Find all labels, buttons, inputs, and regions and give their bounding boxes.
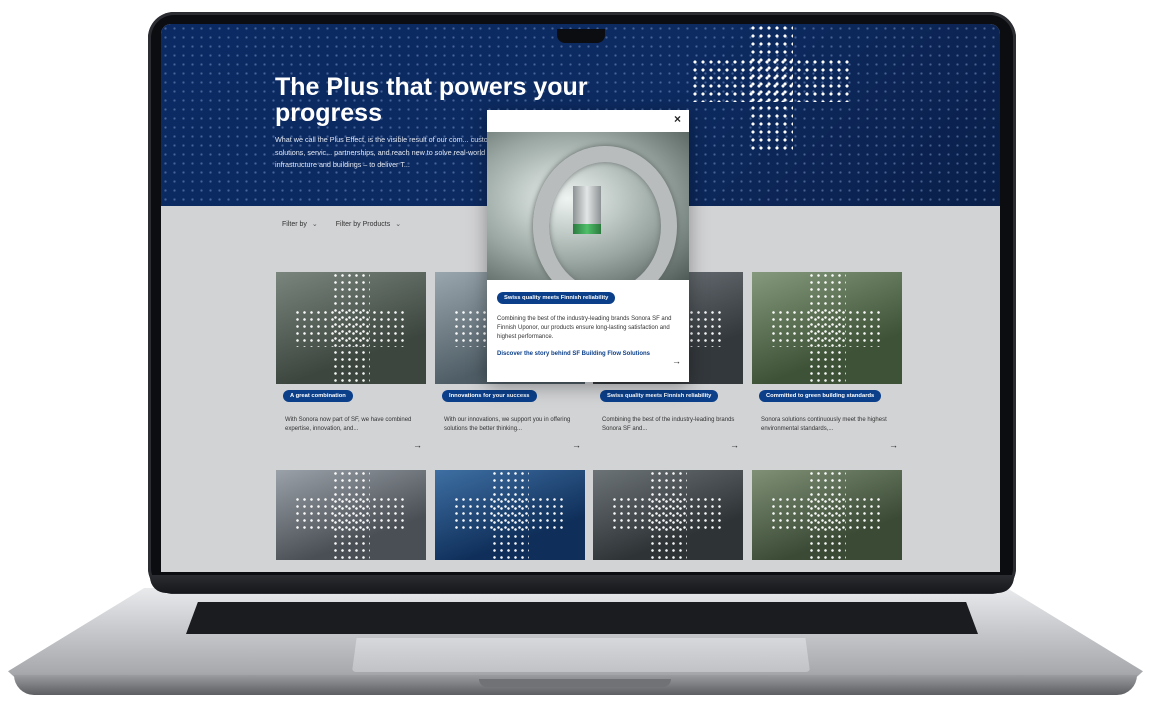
arrow-right-icon[interactable]: → — [413, 440, 422, 450]
card-image — [752, 272, 902, 384]
card-image — [276, 272, 426, 384]
arrow-right-icon[interactable]: → — [572, 440, 581, 450]
laptop-front-notch — [479, 679, 671, 687]
story-card[interactable]: Committed to green building standards Son… — [752, 272, 902, 450]
arrow-right-icon[interactable]: → — [672, 356, 681, 366]
story-card[interactable] — [593, 470, 743, 560]
card-text: With our innovations, we support you in … — [444, 417, 571, 432]
story-card[interactable] — [752, 470, 902, 560]
story-card[interactable] — [435, 470, 585, 560]
laptop-screen: The Plus that powers your progress What … — [161, 24, 1000, 572]
laptop-trackpad — [352, 638, 810, 672]
card-image — [752, 470, 902, 560]
story-card[interactable]: A great combination With Sonora now part … — [276, 272, 426, 450]
camera-notch — [557, 29, 605, 43]
card-tag: A great combination — [283, 390, 353, 402]
card-tag: Innovations for your success — [442, 390, 537, 402]
arrow-right-icon[interactable]: → — [730, 440, 739, 450]
card-text: Combining the best of the industry-leadi… — [602, 417, 735, 432]
laptop-keyboard — [186, 602, 978, 634]
modal-tag: Swiss quality meets Finnish reliability — [497, 292, 616, 304]
filter-bar: Filter by ⌄ Filter by Products ⌄ — [282, 220, 402, 229]
filter-label: Filter by Products — [335, 220, 391, 228]
chevron-down-icon: ⌄ — [395, 221, 402, 228]
filter-by-dropdown[interactable]: Filter by ⌄ — [282, 220, 318, 229]
filter-label: Filter by — [282, 220, 307, 228]
card-image — [276, 470, 426, 560]
close-icon[interactable]: × — [674, 112, 681, 126]
chevron-down-icon: ⌄ — [311, 221, 318, 228]
card-text: Sonora solutions continuously meet the h… — [761, 417, 887, 432]
arrow-right-icon[interactable]: → — [889, 440, 898, 450]
card-image — [435, 470, 585, 560]
story-modal: × Swiss quality meets Finnish reliabilit… — [487, 110, 689, 382]
modal-text: Combining the best of the industry-leadi… — [497, 316, 672, 340]
modal-image — [487, 132, 689, 280]
filter-by-products-dropdown[interactable]: Filter by Products ⌄ — [335, 220, 402, 229]
modal-link[interactable]: Discover the story behind SF Building Fl… — [497, 350, 657, 359]
card-tag: Committed to green building standards — [759, 390, 882, 402]
card-image — [593, 470, 743, 560]
card-tag: Swiss quality meets Finnish reliability — [600, 390, 719, 402]
plus-pattern-graphic — [691, 24, 851, 154]
story-card[interactable] — [276, 470, 426, 560]
card-text: With Sonora now part of SF, we have comb… — [285, 417, 412, 432]
laptop-chin — [150, 575, 1014, 593]
